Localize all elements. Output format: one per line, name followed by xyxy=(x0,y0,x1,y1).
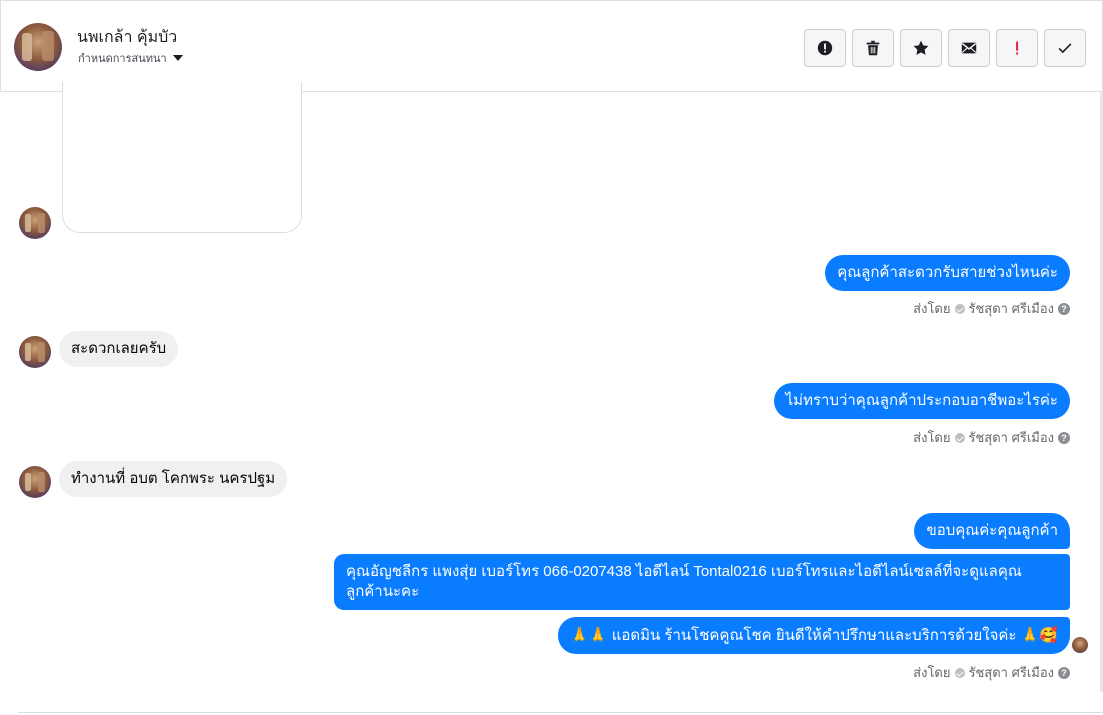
message-bubble-in[interactable]: ทำงานที่ อบต โคกพระ นครปฐม xyxy=(59,461,288,497)
spam-icon xyxy=(1016,41,1019,55)
mark-unread-button[interactable] xyxy=(948,29,990,67)
message-text: แอดมิน ร้านโชคคูณโชค ยินดีให้คำปรึกษาและ… xyxy=(611,627,1017,644)
star-icon xyxy=(913,40,929,55)
smile-hearts-emoji: 🙏🥰 xyxy=(1020,626,1058,644)
sent-check-icon xyxy=(954,303,965,314)
caret-down-icon xyxy=(172,55,183,61)
sent-by-prefix: ส่งโดย xyxy=(913,430,951,445)
sender-avatar[interactable] xyxy=(19,336,51,368)
composer-divider xyxy=(18,712,1103,713)
spam-button[interactable] xyxy=(996,29,1038,67)
trash-icon xyxy=(866,40,880,56)
message-bubble-out[interactable]: คุณอัญชลีกร แพงสุ่ย เบอร์โทร 066-0207438… xyxy=(334,554,1070,610)
sent-by-line: ส่งโดย รัชสุดา ศรีเมือง ? xyxy=(913,662,1070,683)
help-icon[interactable]: ? xyxy=(1058,666,1070,679)
sent-check-icon xyxy=(954,667,965,678)
checkmark-icon xyxy=(1058,43,1072,54)
sent-by-sender[interactable]: รัชสุดา ศรีเมือง xyxy=(969,298,1055,319)
sent-by-sender[interactable]: รัชสุดา ศรีเมือง xyxy=(969,427,1055,448)
message-thread[interactable]: คุณลูกค้าสะดวกรับสายช่วงไหนค่ะ ส่งโดย รั… xyxy=(0,82,1103,715)
sent-check-icon xyxy=(954,432,965,443)
seen-avatar xyxy=(1072,637,1088,653)
help-icon[interactable]: ? xyxy=(1058,302,1070,315)
pray-emoji: 🙏🙏 xyxy=(570,626,608,644)
envelope-icon xyxy=(961,42,977,54)
sender-avatar[interactable] xyxy=(19,466,51,498)
contact-avatar[interactable] xyxy=(14,23,62,71)
message-bubble-out[interactable]: 🙏🙏 แอดมิน ร้านโชคคูณโชค ยินดีให้คำปรึกษา… xyxy=(558,617,1070,654)
attachment-card[interactable] xyxy=(62,82,302,233)
contact-name[interactable]: นพเกล้า คุ้มบัว xyxy=(77,25,177,50)
sender-avatar[interactable] xyxy=(19,207,51,239)
sent-by-sender[interactable]: รัชสุดา ศรีเมือง xyxy=(969,662,1055,683)
report-button[interactable] xyxy=(804,29,846,67)
message-bubble-out[interactable]: คุณลูกค้าสะดวกรับสายช่วงไหนค่ะ xyxy=(825,255,1070,291)
message-bubble-in[interactable]: สะดวกเลยครับ xyxy=(59,331,179,367)
sent-by-line: ส่งโดย รัชสุดา ศรีเมือง ? xyxy=(913,298,1070,319)
message-bubble-out[interactable]: ขอบคุณค่ะคุณลูกค้า xyxy=(914,513,1070,549)
help-icon[interactable]: ? xyxy=(1058,431,1070,444)
sent-by-prefix: ส่งโดย xyxy=(913,665,951,680)
report-icon xyxy=(817,40,833,56)
message-bubble-out[interactable]: ไม่ทราบว่าคุณลูกค้าประกอบอาชีพอะไรค่ะ xyxy=(773,383,1070,419)
assign-conversation-dropdown[interactable]: กำหนดการสนทนา xyxy=(78,49,183,67)
conversation-header: นพเกล้า คุ้มบัว กำหนดการสนทนา xyxy=(0,0,1103,92)
sent-by-line: ส่งโดย รัชสุดา ศรีเมือง ? xyxy=(913,427,1070,448)
sent-by-prefix: ส่งโดย xyxy=(913,301,951,316)
header-actions xyxy=(804,29,1086,67)
delete-button[interactable] xyxy=(852,29,894,67)
mark-done-button[interactable] xyxy=(1044,29,1086,67)
assign-label: กำหนดการสนทนา xyxy=(78,53,167,65)
star-button[interactable] xyxy=(900,29,942,67)
